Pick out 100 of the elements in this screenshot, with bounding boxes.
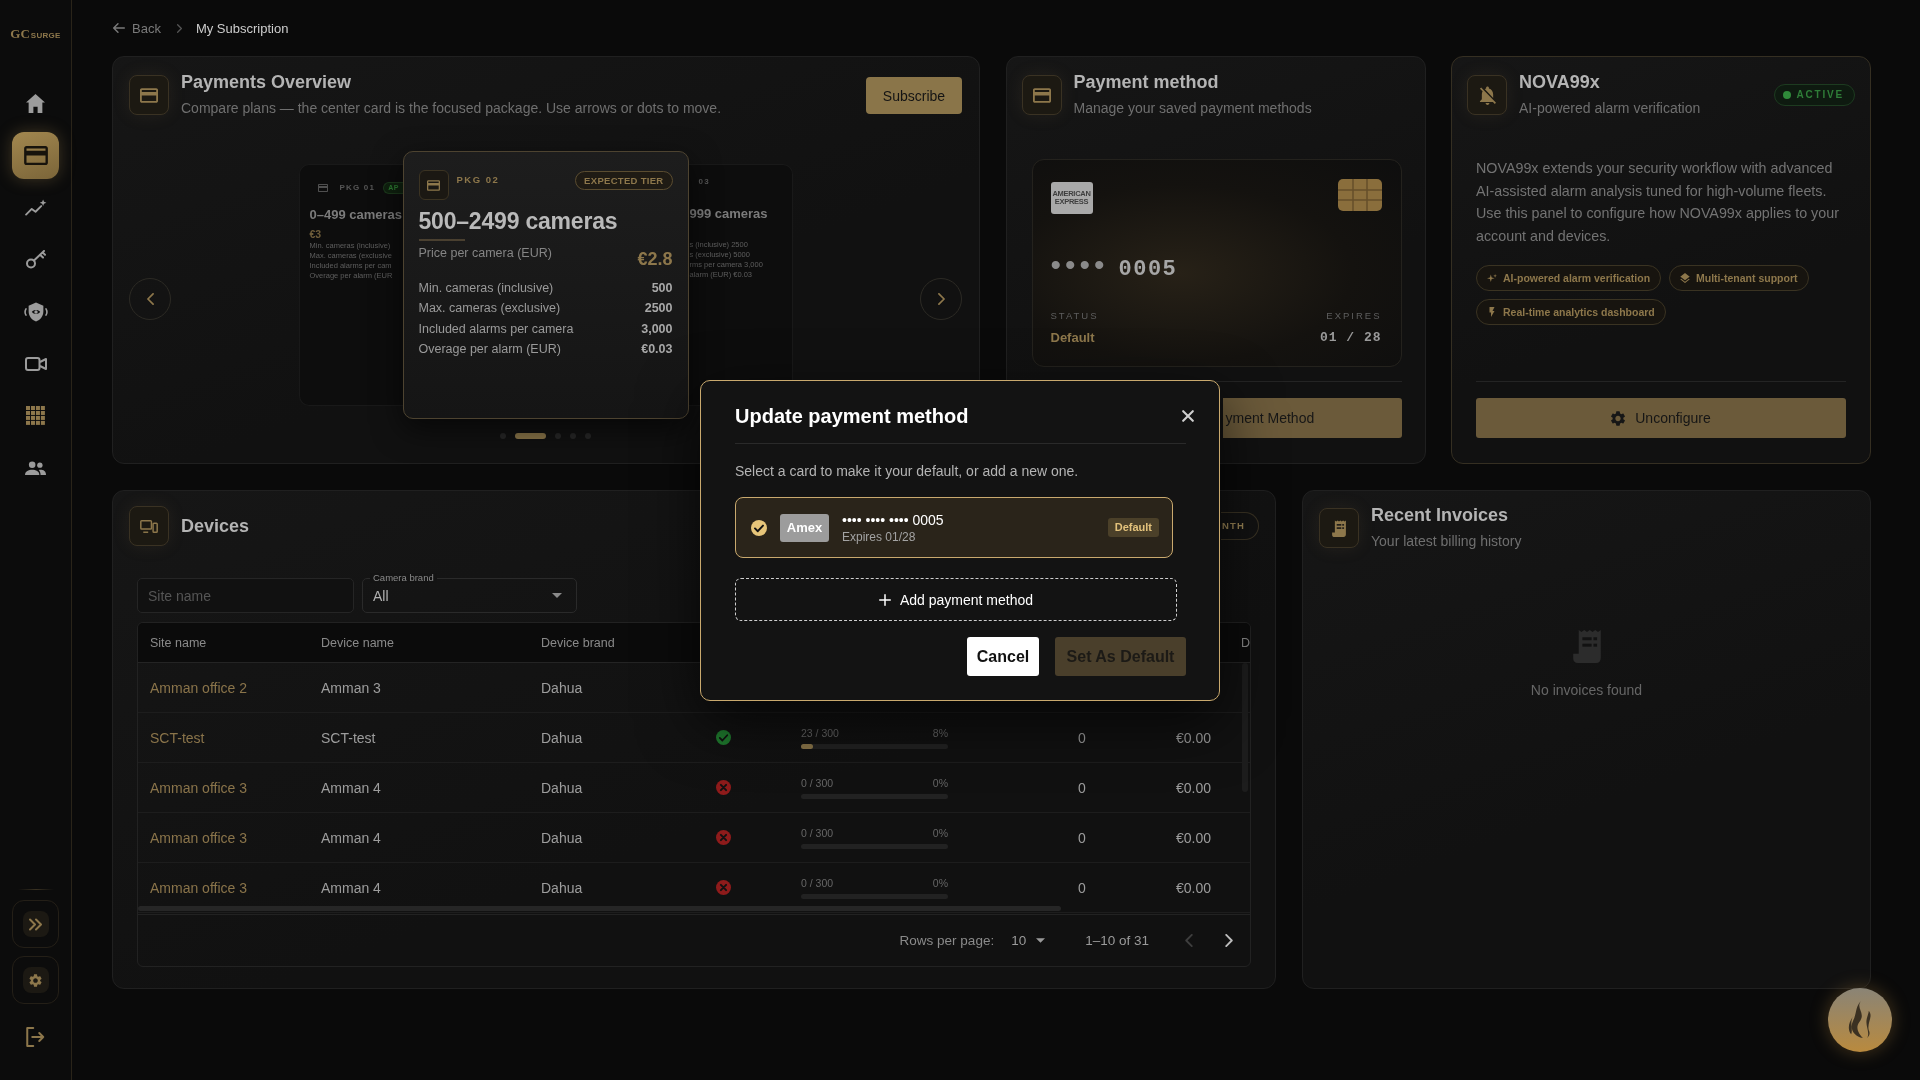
detail-label: Min. cameras (inclusive): [418, 280, 554, 297]
usage-count: 0 / 300: [801, 876, 834, 889]
column-header: Device brand: [540, 635, 616, 650]
feature-label: Real-time analytics dashboard: [1503, 306, 1655, 318]
tier-badge: EXPECTED TIER: [575, 171, 673, 190]
double-chevron-icon: [22, 911, 49, 937]
package-title: 999 cameras: [689, 206, 769, 222]
arrow-left-icon: [113, 23, 125, 33]
card-number: •••• •••• •••• 0005: [842, 510, 944, 529]
package-card[interactable]: PKG 02 EXPECTED TIER 500–2499 cameras Price per camera (EUR) €2.8 Min. cameras (inclusive) 500 Max. cameras (exclusive) 2500 Included alarms per camera 3,000 Overage per alarm (EUR) €0.03: [402, 151, 689, 419]
check-circle-icon: [751, 519, 767, 536]
card-title: Devices: [181, 515, 250, 537]
device-brand: Dahua: [540, 679, 584, 696]
rows-per-page-select[interactable]: 10: [1011, 933, 1046, 948]
device-name: Amman 4: [320, 829, 382, 846]
key-icon: [25, 250, 46, 269]
card-expiry: Expires 01/28: [842, 528, 917, 545]
usage-percent: 0%: [932, 876, 948, 889]
detail-value: €0.03: [641, 340, 673, 358]
detail-label: Included alarms per camera: [418, 320, 574, 338]
description: NOVA99x extends your security workflow with advanced AI-assisted alarm analysis tuned for high-volume fleets. Use this panel to configure how NOVA99x applies to your account and devices.: [1476, 159, 1840, 246]
usage-count: 0 / 300: [801, 776, 834, 789]
chevron-right-icon: [937, 293, 945, 305]
site-name[interactable]: Amman office 3: [138, 829, 309, 846]
close-icon[interactable]: [1182, 410, 1194, 422]
caret-down-icon: [1036, 938, 1046, 943]
status-dot-icon: [1782, 91, 1791, 99]
usage-percent: 0%: [932, 776, 948, 789]
card-title: Payment method: [1073, 72, 1220, 93]
status-text: ACTIVE: [1796, 89, 1844, 101]
alarm-count: 0: [1077, 879, 1087, 896]
credit-card-icon: [1021, 75, 1062, 115]
usage-percent: 0%: [932, 826, 948, 839]
page-range: 1–10 of 31: [1085, 933, 1149, 948]
card-status-label: STATUS: [1050, 310, 1099, 322]
detail-label: Max. cameras (exclusive): [418, 300, 561, 318]
detail-value: 500: [651, 280, 673, 297]
credit-card-icon: [23, 146, 48, 165]
column-header: Site name: [149, 635, 208, 650]
set-payment-method-button[interactable]: yment Method: [1222, 398, 1402, 438]
feature-label: AI-powered alarm verification: [1503, 272, 1651, 284]
price-label: Price per camera (EUR): [418, 245, 552, 261]
device-brand: Dahua: [540, 829, 584, 846]
brand-logo: GC SURGE: [10, 25, 61, 43]
package-title: 500–2499 cameras: [418, 208, 619, 234]
grid-icon: [26, 406, 45, 425]
site-name[interactable]: Amman office 2: [138, 679, 309, 696]
receipt-icon: [1572, 629, 1601, 663]
alarm-count: 0: [1077, 829, 1087, 846]
chevron-right-icon[interactable]: [1225, 934, 1233, 947]
card-subtitle: Compare plans — the center card is the focused package. Use arrows or dots to move.: [181, 99, 722, 117]
credit-card-icon: [129, 75, 169, 115]
device-name: Amman 4: [320, 879, 382, 896]
card-number: •••• 0005: [1050, 253, 1179, 277]
payment-card-option[interactable]: Amex •••• •••• •••• 0005 Expires 01/28 Default: [735, 497, 1173, 558]
sidebar-nav-item[interactable]: [12, 132, 59, 179]
floating-action-button[interactable]: [1828, 988, 1892, 1052]
card-subtitle: Your latest billing history: [1371, 532, 1522, 550]
column-header: D: [1240, 635, 1250, 650]
settings-icon: [22, 967, 49, 993]
gear-icon: [1611, 410, 1626, 426]
device-name: SCT-test: [320, 729, 377, 746]
package-price: €3: [309, 228, 323, 241]
settings-button[interactable]: [12, 956, 59, 1004]
shield-eye-icon: [23, 301, 48, 322]
package-label: PKG 02: [456, 174, 500, 186]
credit-card-icon: [317, 184, 328, 192]
site-name[interactable]: Amman office 3: [138, 879, 309, 896]
back-link[interactable]: Back: [113, 20, 161, 36]
usage-count: 0 / 300: [801, 826, 834, 839]
site-name[interactable]: SCT-test: [138, 729, 309, 746]
sidebar-toggle-button[interactable]: [12, 900, 59, 948]
card-subtitle: Manage your saved payment methods: [1073, 99, 1312, 117]
device-brand: Dahua: [540, 879, 584, 896]
device-brand: Dahua: [540, 729, 584, 746]
dialog-title: Update payment method: [735, 404, 969, 428]
logout-icon[interactable]: [26, 1027, 45, 1047]
card-brand-logo: Amex: [780, 513, 829, 542]
device-name: Amman 4: [320, 779, 382, 796]
add-payment-method-button[interactable]: Add payment method: [735, 578, 1177, 621]
chevron-right-icon: [176, 23, 182, 33]
amount: €0.00: [1175, 779, 1213, 796]
dialog-description: Select a card to make it your default, or add a new one.: [735, 462, 1080, 480]
cancel-button[interactable]: Cancel: [967, 637, 1039, 676]
card-title: NOVA99x: [1519, 72, 1601, 93]
site-name-input[interactable]: Site name: [137, 578, 354, 613]
device-name: Amman 3: [320, 679, 382, 696]
amount: €0.00: [1175, 729, 1213, 746]
subscribe-button[interactable]: Subscribe: [866, 77, 962, 114]
unconfigure-button[interactable]: Unconfigure: [1476, 398, 1846, 438]
people-icon: [25, 460, 46, 475]
caret-down-icon: [552, 593, 562, 598]
rows-per-page-label: Rows per page:: [899, 933, 995, 948]
site-name[interactable]: Amman office 3: [138, 779, 309, 796]
chip-icon: [1337, 179, 1382, 211]
flame-icon: [1846, 1001, 1874, 1039]
sparkle-icon: [1487, 273, 1497, 283]
receipt-icon: [1319, 508, 1359, 548]
alarm-count: 0: [1077, 779, 1087, 796]
card-title: Payments Overview: [181, 72, 353, 93]
